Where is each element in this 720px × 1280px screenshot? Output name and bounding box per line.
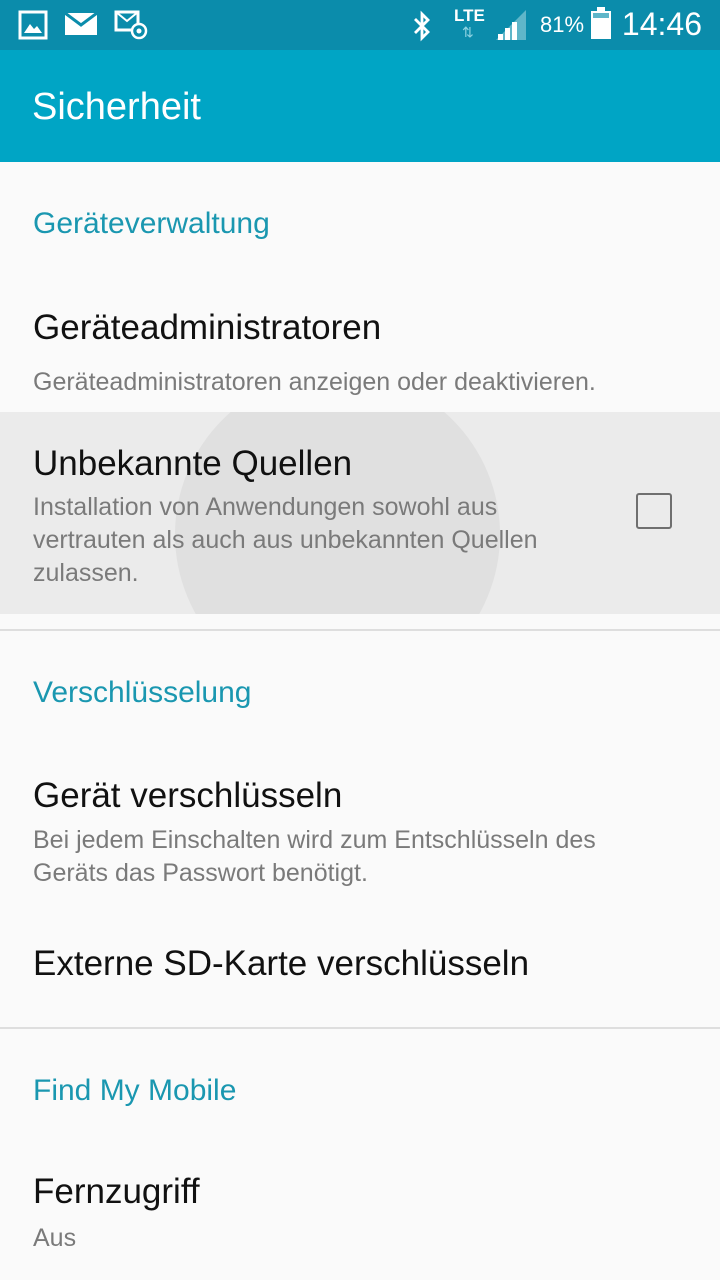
settings-list[interactable]: Geräteverwaltung Geräteadministratoren G… bbox=[0, 162, 720, 1280]
divider bbox=[0, 1027, 720, 1029]
section-header-device-admin: Geräteverwaltung bbox=[33, 207, 270, 240]
unknown-sources-checkbox[interactable] bbox=[636, 493, 672, 529]
mail-icon bbox=[64, 12, 98, 35]
item-subtitle-line: Installation von Anwendungen sowohl aus bbox=[33, 493, 498, 521]
item-title: Fernzugriff bbox=[33, 1172, 200, 1211]
section-header-encryption: Verschlüsselung bbox=[33, 676, 252, 709]
list-item-encrypt-device[interactable]: Gerät verschlüsseln Bei jedem Einschalte… bbox=[0, 742, 720, 892]
signal-icon bbox=[496, 10, 526, 40]
list-item-encrypt-sd-card[interactable]: Externe SD-Karte verschlüsseln bbox=[0, 902, 720, 1022]
data-arrows-icon: ⇅ bbox=[462, 24, 474, 40]
clock: 14:46 bbox=[621, 6, 702, 42]
app-bar: Sicherheit bbox=[0, 50, 720, 162]
item-subtitle-line: vertrauten als auch aus unbekannten Quel… bbox=[33, 526, 538, 554]
status-bar: LTE ⇅ 81% 14:46 bbox=[0, 0, 720, 50]
item-subtitle-line: Bei jedem Einschalten wird zum Entschlüs… bbox=[33, 826, 596, 854]
divider bbox=[0, 629, 720, 631]
bluetooth-icon bbox=[414, 10, 430, 42]
gallery-icon bbox=[18, 10, 48, 40]
battery-percent: 81% bbox=[540, 12, 585, 37]
lte-icon: LTE ⇅ bbox=[454, 6, 492, 42]
item-title: Gerät verschlüsseln bbox=[33, 776, 343, 815]
list-item-device-administrators[interactable]: Geräteadministratoren Geräteadministrato… bbox=[0, 272, 720, 410]
network-type-label: LTE bbox=[454, 6, 485, 25]
item-title: Unbekannte Quellen bbox=[33, 444, 353, 483]
list-item-remote-access[interactable]: Fernzugriff Aus bbox=[0, 1142, 720, 1272]
email-at-icon bbox=[114, 10, 148, 40]
item-subtitle-line: zulassen. bbox=[33, 559, 139, 587]
battery-icon bbox=[591, 7, 611, 39]
section-header-find-my-mobile: Find My Mobile bbox=[33, 1074, 237, 1107]
item-subtitle-line: Geräts das Passwort benötigt. bbox=[33, 859, 368, 887]
item-title: Geräteadministratoren bbox=[33, 308, 382, 347]
item-subtitle: Geräteadministratoren anzeigen oder deak… bbox=[33, 368, 596, 396]
item-subtitle: Aus bbox=[33, 1224, 77, 1252]
list-item-unknown-sources[interactable]: Unbekannte Quellen Installation von Anwe… bbox=[0, 412, 720, 614]
item-title: Externe SD-Karte verschlüsseln bbox=[33, 944, 530, 983]
page-title: Sicherheit bbox=[32, 86, 201, 128]
